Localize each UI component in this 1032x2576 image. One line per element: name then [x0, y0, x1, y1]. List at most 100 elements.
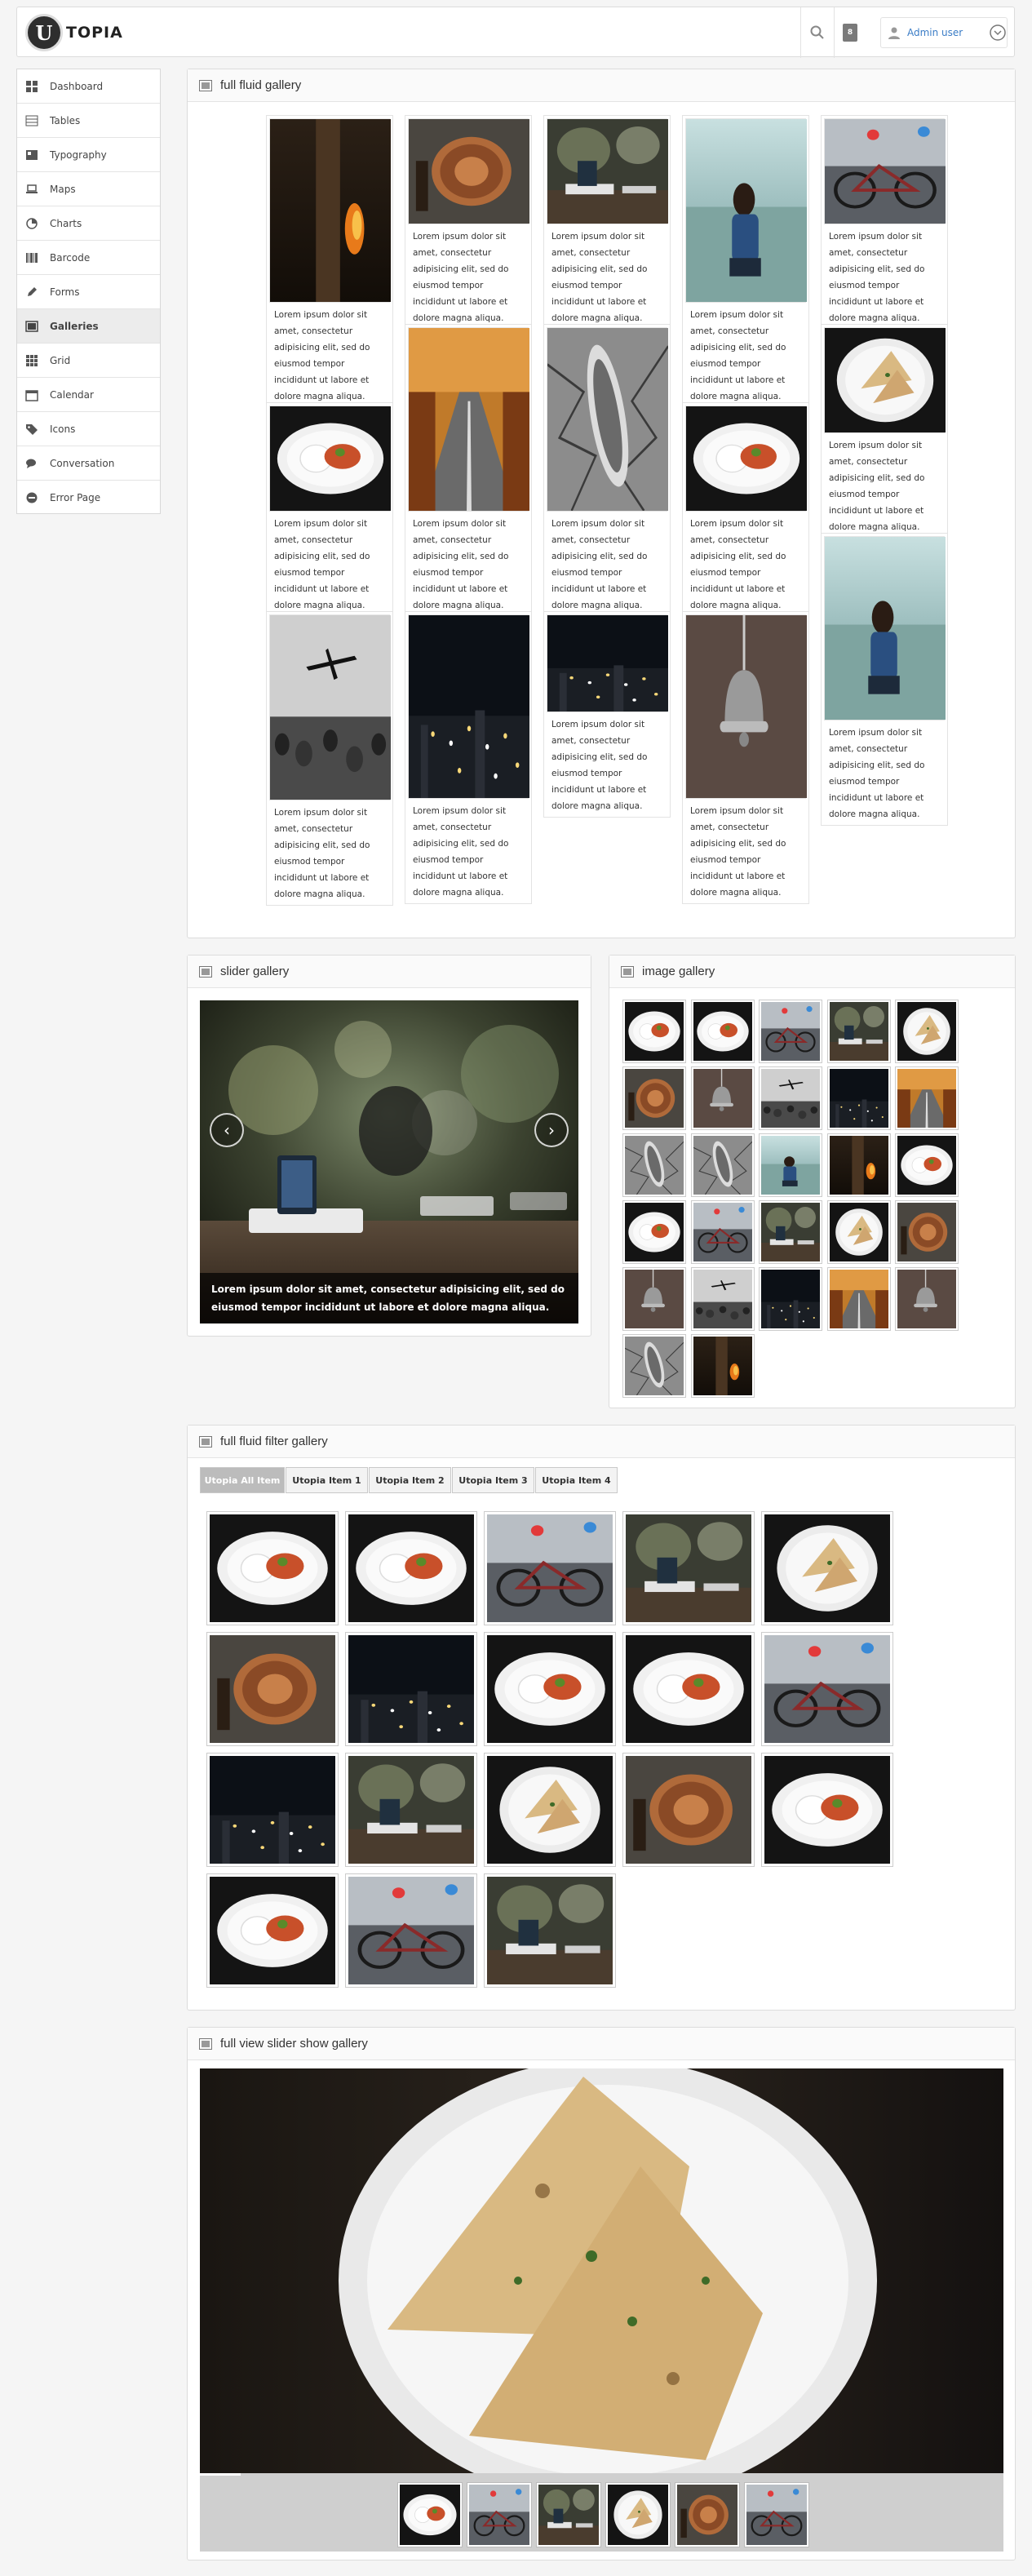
coin-gallery-image[interactable]	[896, 1201, 958, 1263]
bell-gallery-image[interactable]	[896, 1268, 958, 1330]
device-gallery-image[interactable]	[760, 1201, 822, 1263]
sidebar-item-galleries[interactable]: Galleries	[17, 309, 160, 344]
sidebar-item-icons[interactable]: Icons	[17, 412, 160, 446]
bell-gallery-image[interactable]	[691, 1067, 754, 1129]
filter-tab-3[interactable]: Utopia Item 2	[369, 1467, 451, 1493]
boat-gallery-image[interactable]	[623, 1335, 685, 1397]
plate-gallery-image[interactable]	[623, 1201, 685, 1263]
naan-gallery-image[interactable]	[896, 1000, 958, 1062]
coin-filter-image[interactable]	[207, 1633, 338, 1745]
sidebar-item-error-page[interactable]: Error Page	[17, 481, 160, 515]
sidebar-item-tables[interactable]: Tables	[17, 104, 160, 138]
city-filter-image[interactable]	[207, 1754, 338, 1866]
coin-gallery-image[interactable]	[623, 1067, 685, 1129]
forest-gallery-image[interactable]	[827, 1134, 890, 1196]
sidebar-item-dashboard[interactable]: Dashboard	[17, 69, 160, 104]
city-gallery-image[interactable]	[760, 1268, 822, 1330]
device-strip-thumbnail[interactable]	[537, 2483, 600, 2547]
device-filter-image[interactable]	[623, 1512, 754, 1625]
plate-gallery-image[interactable]	[691, 1000, 754, 1062]
coin-strip-thumbnail[interactable]	[675, 2483, 739, 2547]
boy-thumbnail[interactable]	[824, 536, 946, 720]
plate-filter-image[interactable]	[207, 1512, 338, 1625]
bike-gallery-image[interactable]	[691, 1201, 754, 1263]
gallery-card[interactable]: Lorem ipsum dolor sit amet, consectetur …	[405, 324, 532, 617]
forest-gallery-image[interactable]	[691, 1335, 754, 1397]
plate-filter-image[interactable]	[623, 1633, 754, 1745]
plate-filter-image[interactable]	[207, 1874, 338, 1987]
plate-thumbnail[interactable]	[685, 406, 807, 512]
user-menu[interactable]: Admin user	[880, 17, 1008, 48]
bike-strip-thumbnail[interactable]	[467, 2483, 531, 2547]
plane-gallery-image[interactable]	[760, 1067, 822, 1129]
slider-next-button[interactable]: ›	[534, 1113, 569, 1147]
plate-gallery-image[interactable]	[623, 1000, 685, 1062]
boat-gallery-image[interactable]	[623, 1134, 685, 1196]
naan-gallery-image[interactable]	[827, 1201, 890, 1263]
app-logo[interactable]: U TOPIA	[25, 14, 123, 51]
gallery-card[interactable]: Lorem ipsum dolor sit amet, consectetur …	[266, 115, 393, 408]
bike-filter-image[interactable]	[762, 1633, 892, 1745]
filter-tab-5[interactable]: Utopia Item 4	[535, 1467, 618, 1493]
gallery-card[interactable]: Lorem ipsum dolor sit amet, consectetur …	[543, 611, 671, 818]
naan-filter-image[interactable]	[485, 1754, 615, 1866]
sidebar-item-charts[interactable]: Charts	[17, 206, 160, 241]
sidebar-item-typography[interactable]: Typography	[17, 138, 160, 172]
sidebar-item-forms[interactable]: Forms	[17, 275, 160, 309]
gallery-card[interactable]: Lorem ipsum dolor sit amet, consectetur …	[821, 533, 948, 826]
device-gallery-image[interactable]	[827, 1000, 890, 1062]
city-thumbnail[interactable]	[408, 614, 529, 799]
city-gallery-image[interactable]	[827, 1067, 890, 1129]
gallery-card[interactable]: Lorem ipsum dolor sit amet, consectetur …	[682, 115, 809, 408]
bike-filter-image[interactable]	[346, 1874, 476, 1987]
filter-tab-2[interactable]: Utopia Item 1	[286, 1467, 368, 1493]
sidebar-item-grid[interactable]: Grid	[17, 344, 160, 378]
gallery-card[interactable]: Lorem ipsum dolor sit amet, consectetur …	[821, 324, 948, 539]
plate-thumbnail[interactable]	[269, 406, 391, 512]
gallery-card[interactable]: Lorem ipsum dolor sit amet, consectetur …	[266, 402, 393, 617]
bike-gallery-image[interactable]	[760, 1000, 822, 1062]
bell-gallery-image[interactable]	[623, 1268, 685, 1330]
device-filter-image[interactable]	[346, 1754, 476, 1866]
bike-filter-image[interactable]	[485, 1512, 615, 1625]
device-thumbnail[interactable]	[547, 118, 668, 224]
slider-prev-button[interactable]: ‹	[210, 1113, 244, 1147]
gallery-card[interactable]: Lorem ipsum dolor sit amet, consectetur …	[682, 611, 809, 904]
coin-filter-image[interactable]	[623, 1754, 754, 1866]
forest-thumbnail[interactable]	[269, 118, 391, 303]
naan-filter-image[interactable]	[762, 1512, 892, 1625]
gallery-card[interactable]: Lorem ipsum dolor sit amet, consectetur …	[543, 324, 671, 617]
naan-thumbnail[interactable]	[824, 327, 946, 433]
plate-filter-image[interactable]	[346, 1512, 476, 1625]
sidebar-item-barcode[interactable]: Barcode	[17, 241, 160, 275]
gallery-card[interactable]: Lorem ipsum dolor sit amet, consectetur …	[543, 115, 671, 330]
bike-strip-thumbnail[interactable]	[745, 2483, 808, 2547]
city-thumbnail[interactable]	[547, 614, 668, 712]
filter-tab-4[interactable]: Utopia Item 3	[452, 1467, 534, 1493]
road-gallery-image[interactable]	[827, 1268, 890, 1330]
plate-gallery-image[interactable]	[896, 1134, 958, 1196]
sidebar-item-conversation[interactable]: Conversation	[17, 446, 160, 481]
plane-thumbnail[interactable]	[269, 614, 391, 800]
gallery-card[interactable]: Lorem ipsum dolor sit amet, consectetur …	[405, 115, 532, 330]
coin-thumbnail[interactable]	[408, 118, 529, 224]
boy-thumbnail[interactable]	[685, 118, 807, 303]
plate-filter-image[interactable]	[485, 1633, 615, 1745]
road-gallery-image[interactable]	[896, 1067, 958, 1129]
device-filter-image[interactable]	[485, 1874, 615, 1987]
bell-thumbnail[interactable]	[685, 614, 807, 799]
gallery-card[interactable]: Lorem ipsum dolor sit amet, consectetur …	[821, 115, 948, 330]
plate-strip-thumbnail[interactable]	[398, 2483, 462, 2547]
search-button[interactable]	[800, 7, 835, 58]
sidebar-item-calendar[interactable]: Calendar	[17, 378, 160, 412]
gallery-card[interactable]: Lorem ipsum dolor sit amet, consectetur …	[682, 402, 809, 617]
gallery-card[interactable]: Lorem ipsum dolor sit amet, consectetur …	[266, 611, 393, 906]
bike-thumbnail[interactable]	[824, 118, 946, 224]
road-thumbnail[interactable]	[408, 327, 529, 512]
boat-gallery-image[interactable]	[691, 1134, 754, 1196]
naan-strip-thumbnail[interactable]	[606, 2483, 670, 2547]
city-filter-image[interactable]	[346, 1633, 476, 1745]
boat-thumbnail[interactable]	[547, 327, 668, 512]
boy-gallery-image[interactable]	[760, 1134, 822, 1196]
plane-gallery-image[interactable]	[691, 1268, 754, 1330]
